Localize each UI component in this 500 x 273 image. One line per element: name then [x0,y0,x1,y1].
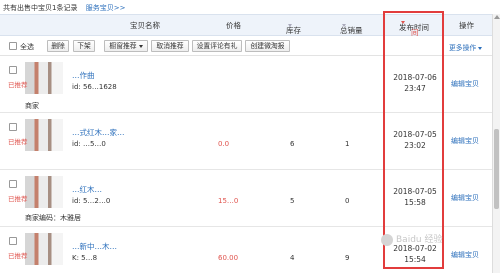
product-price[interactable]: 15…0 [218,197,238,205]
recommended-tag: 已推荐 [8,138,28,146]
table-row: 已推荐 …作曲 id: 56…1628 商家 2018-07-06 23:47 编… [0,57,492,113]
product-sales: 0 [345,197,350,205]
publish-clock: 23:02 [404,141,426,150]
header-price[interactable]: 价格 [226,20,241,31]
product-title-link[interactable]: …作曲 [72,70,182,81]
recommended-tag: 已推荐 [8,195,28,203]
select-all-checkbox[interactable] [9,42,17,50]
row-checkbox[interactable] [9,237,17,245]
product-id: id: 56…1628 [72,83,117,91]
product-id: id: …5…0 [72,140,106,148]
product-thumbnail[interactable] [25,176,63,208]
product-id: K: 5…8 [72,254,98,262]
vertical-scrollbar[interactable] [492,14,500,273]
edit-product-link[interactable]: 编辑宝贝 [451,193,479,203]
row-checkbox[interactable] [9,123,17,131]
publish-date: 2018-07-05 [393,187,437,196]
publish-time: 2018-07-02 15:54 [393,243,437,265]
header-stock[interactable]: 库存 [286,20,301,35]
publish-clock: 15:54 [404,255,426,264]
header-publish-time[interactable]: 发布时间 [399,17,429,32]
edit-product-link[interactable]: 编辑宝贝 [451,250,479,260]
product-id: id: 5…2…0 [72,197,111,205]
product-price[interactable]: 60.00 [218,254,238,262]
row-checkbox[interactable] [9,180,17,188]
publish-date: 2018-07-06 [393,73,437,82]
service-product-link[interactable]: 服务宝贝>> [86,4,126,12]
window-recommend-button[interactable]: 橱窗推荐 [104,40,148,52]
product-stock[interactable]: 6 [290,140,294,148]
watermark-text: Baidu 经验 [396,235,443,245]
product-price[interactable]: 0.0 [218,140,229,148]
baidu-paw-icon [381,233,393,246]
more-actions-dropdown[interactable]: 更多操作 [449,42,483,52]
cancel-recommend-button[interactable]: 取消推荐 [151,40,189,52]
select-all-label: 全选 [20,43,34,51]
publish-time: 2018-07-05 15:58 [393,186,437,208]
publish-clock: 15:58 [404,198,426,207]
table-row: 已推荐 …红木… id: 5…2…0 商家编码：木雅居 15…0 5 0 201… [0,171,492,227]
publish-time: 2018-07-06 23:47 [393,72,437,94]
delete-button[interactable]: 删除 [47,40,69,52]
publish-date: 2018-07-05 [393,130,437,139]
scrollbar-thumb[interactable] [494,129,499,209]
summary-line: 共有出售中宝贝1条记录 服务宝贝>> [3,2,125,14]
recommend-label: 橱窗推荐 [109,42,137,50]
toolbar: 全选 删除 下架 橱窗推荐 取消推荐 设置评论有礼 创建微淘报 更多操作 [0,36,492,56]
edit-product-link[interactable]: 编辑宝贝 [451,136,479,146]
header-sales-label: 总销量 [340,26,363,35]
row-checkbox[interactable] [9,66,17,74]
product-thumbnail[interactable] [25,119,63,151]
product-thumbnail[interactable] [25,62,63,94]
header-total-sales[interactable]: 总销量 [340,20,363,35]
product-stock[interactable]: 4 [290,254,294,262]
set-review-gift-button[interactable]: 设置评论有礼 [192,40,242,52]
edit-product-link[interactable]: 编辑宝贝 [451,79,479,89]
scroll-up-icon[interactable] [494,15,500,19]
merchant-code: 商家编码：木雅居 [25,214,81,222]
create-taobao-button[interactable]: 创建微淘报 [245,40,290,52]
product-title-link[interactable]: …式红木…家… [72,127,182,138]
header-product-name: 宝贝名称 [130,21,160,30]
product-sales: 9 [345,254,350,262]
merchant-code: 商家 [25,102,39,110]
product-title-link[interactable]: …新中…木… [72,241,182,252]
publish-clock: 23:47 [404,84,426,93]
header-stock-label: 库存 [286,26,301,35]
table-header: 宝贝名称 价格 库存 总销量 发布时间 间 操作 [0,14,492,37]
chevron-down-icon [138,44,143,48]
page: 共有出售中宝贝1条记录 服务宝贝>> 宝贝名称 价格 库存 总销量 发布时间 间… [0,0,500,273]
record-count: 共有出售中宝贝1条记录 [3,4,78,12]
product-sales: 1 [345,140,350,148]
product-stock[interactable]: 5 [290,197,294,205]
header-action: 操作 [459,21,474,30]
delist-button[interactable]: 下架 [73,40,95,52]
product-title-link[interactable]: …红木… [72,184,182,195]
product-thumbnail[interactable] [25,233,63,265]
table-row: 已推荐 …式红木…家… id: …5…0 0.0 6 1 2018-07-05 2… [0,114,492,170]
publish-time: 2018-07-05 23:02 [393,129,437,151]
baidu-watermark: Baidu 经验 [381,232,442,246]
chevron-down-icon [478,46,483,50]
more-actions-label: 更多操作 [449,44,477,52]
recommended-tag: 已推荐 [8,81,28,89]
recommended-tag: 已推荐 [8,252,28,260]
